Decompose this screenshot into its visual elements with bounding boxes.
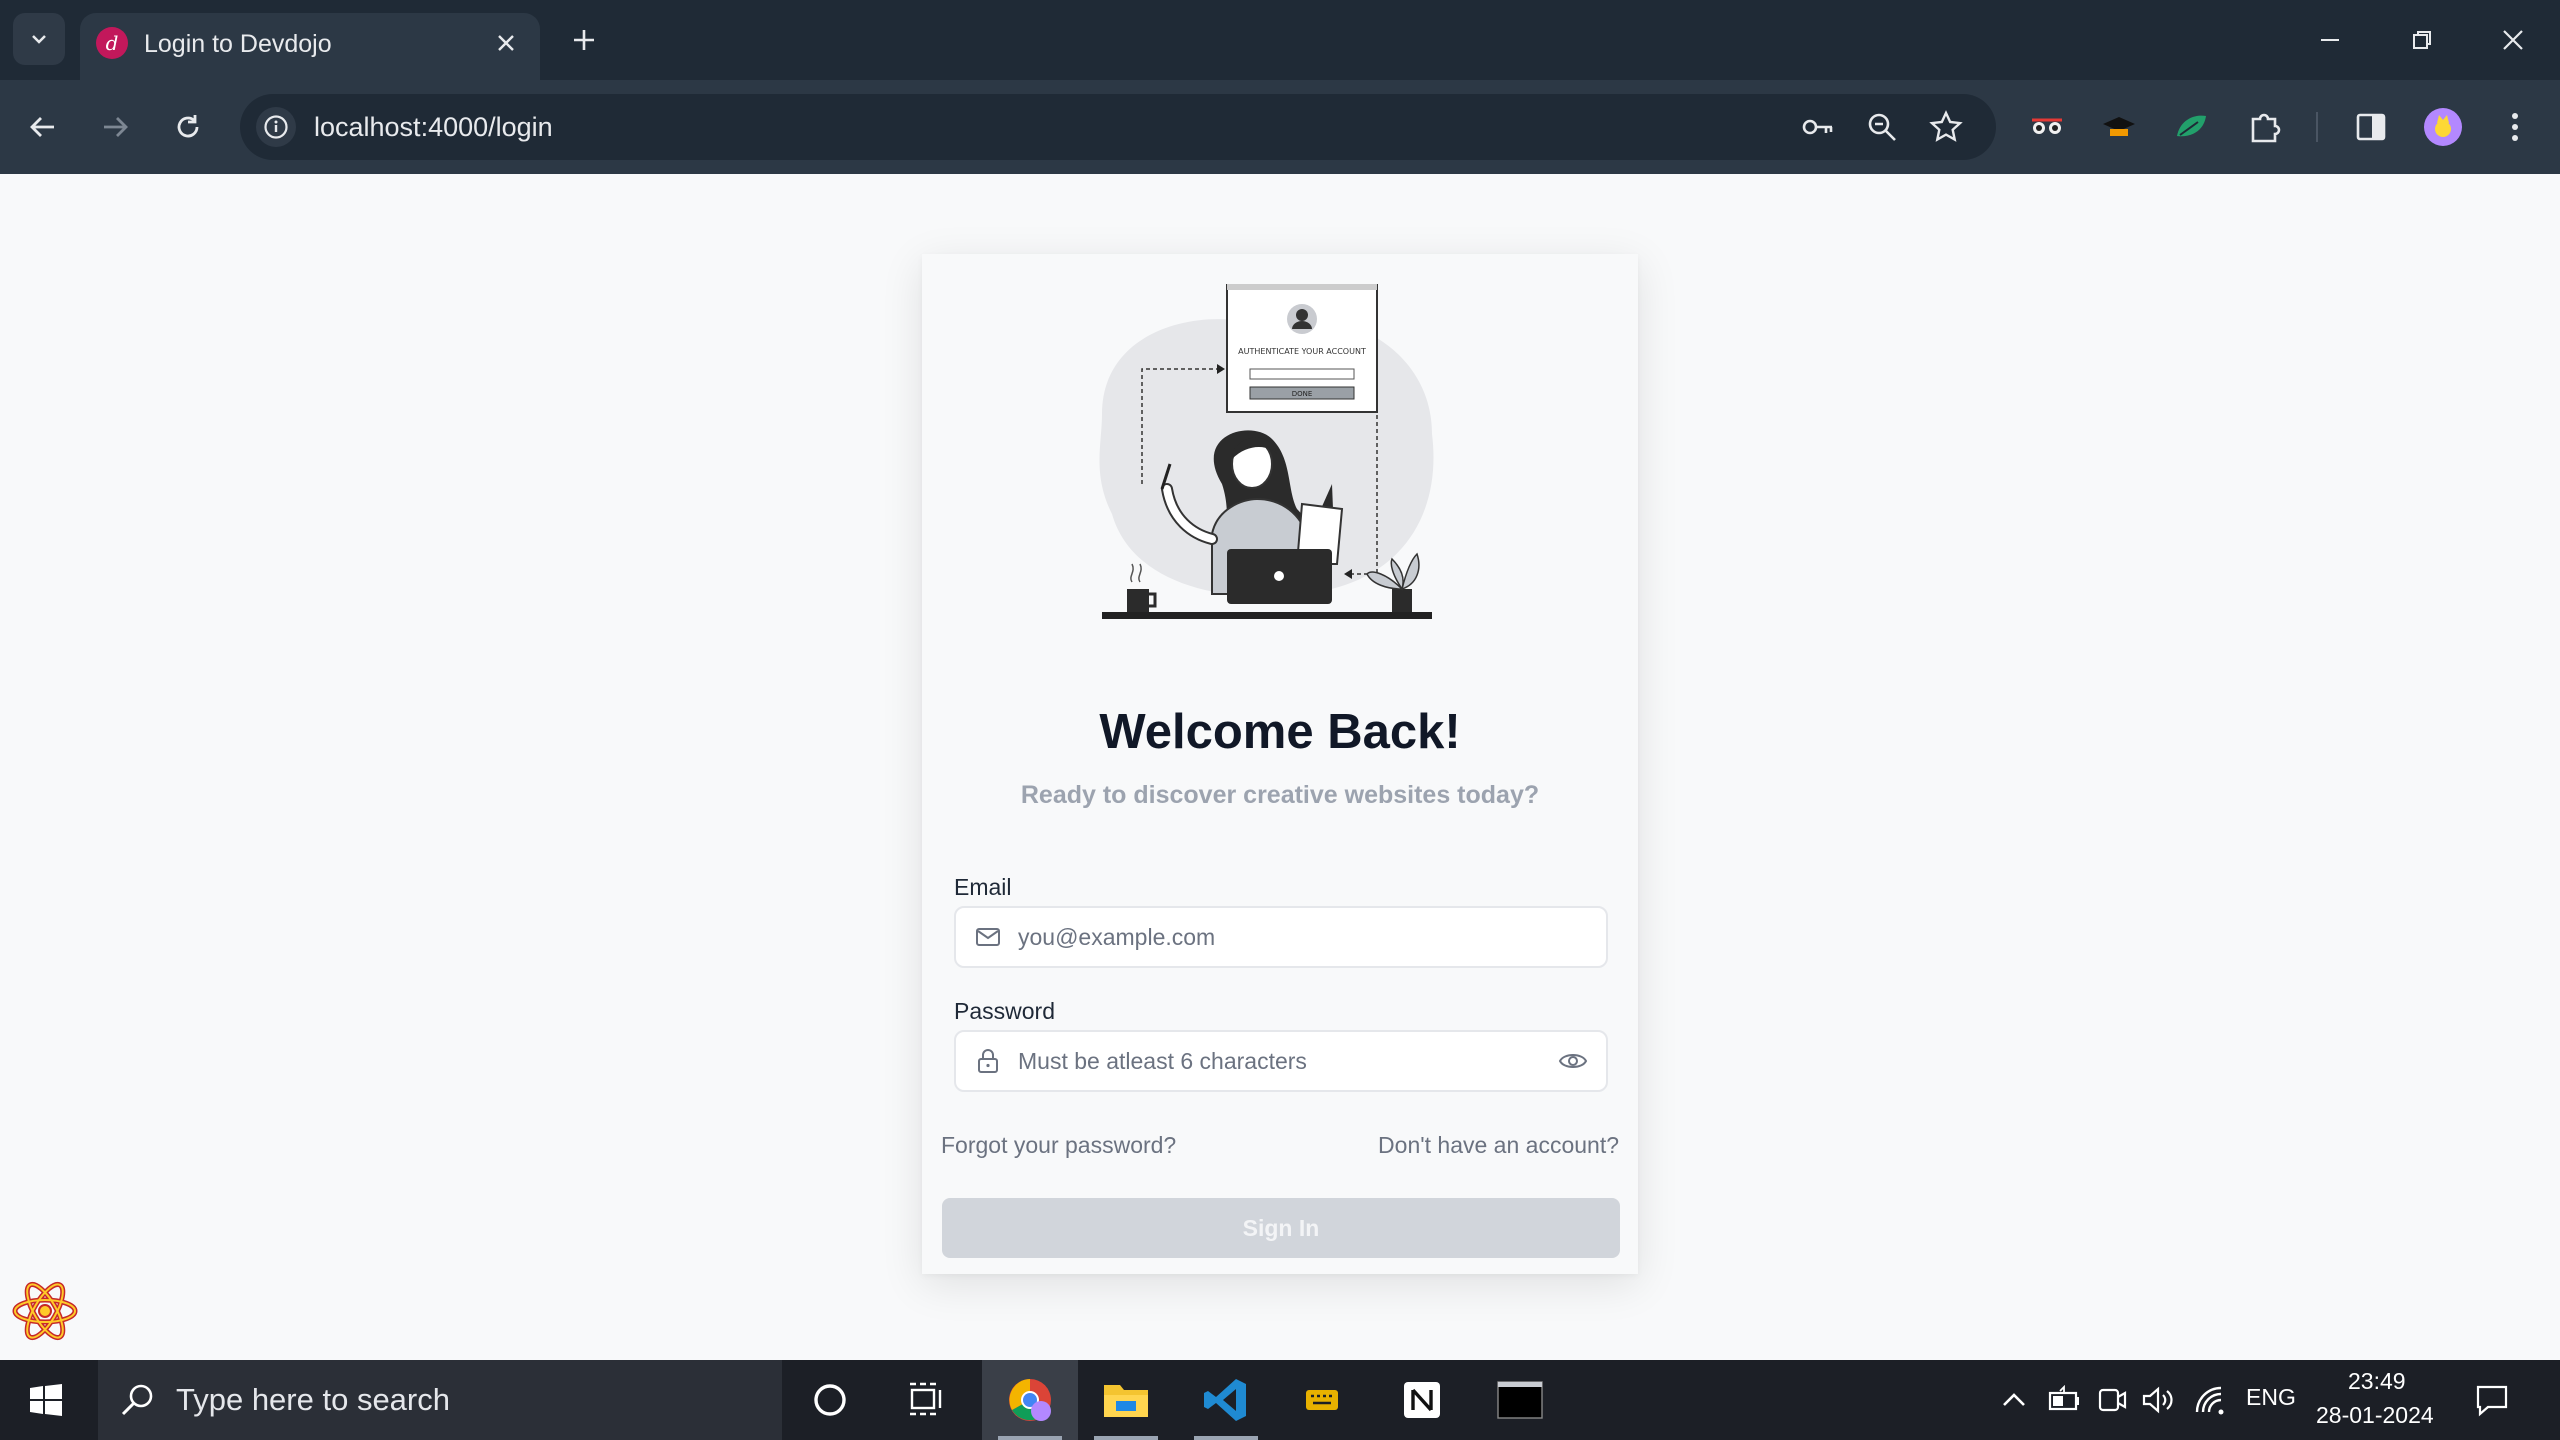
- open-indicator: [1194, 1436, 1258, 1440]
- open-indicator: [1094, 1436, 1158, 1440]
- password-label: Password: [954, 998, 1055, 1024]
- forgot-password-link[interactable]: Forgot your password?: [941, 1132, 1176, 1159]
- key-icon[interactable]: [1798, 107, 1838, 147]
- start-button[interactable]: [18, 1374, 74, 1426]
- extension-leaf-icon[interactable]: [2168, 104, 2214, 150]
- minimize-button[interactable]: [2308, 18, 2352, 62]
- taskbar-notion[interactable]: [1374, 1360, 1470, 1440]
- mail-icon: [976, 928, 1000, 946]
- battery-icon[interactable]: [2044, 1380, 2084, 1420]
- cortana-button[interactable]: [782, 1360, 878, 1440]
- chrome-icon: [1009, 1379, 1051, 1421]
- tab-close-button[interactable]: [490, 27, 522, 59]
- taskbar-keyboard-app[interactable]: [1274, 1360, 1370, 1440]
- new-tab-button[interactable]: [564, 20, 604, 60]
- email-field[interactable]: you@example.com: [954, 906, 1608, 968]
- vscode-icon: [1204, 1379, 1246, 1421]
- meet-now-icon[interactable]: [2092, 1380, 2132, 1420]
- minimize-icon: [2321, 39, 2339, 41]
- keyboard-icon: [1306, 1390, 1338, 1410]
- search-icon: [121, 1384, 153, 1416]
- tab-search-button[interactable]: [13, 13, 65, 65]
- forward-button[interactable]: [90, 102, 140, 152]
- bookmark-star-icon[interactable]: [1926, 107, 1966, 147]
- signup-link[interactable]: Don't have an account?: [1378, 1132, 1619, 1159]
- profile-avatar[interactable]: [2420, 104, 2466, 150]
- close-icon: [498, 35, 514, 51]
- illustration-caption: AUTHENTICATE YOUR ACCOUNT: [1238, 347, 1366, 356]
- close-icon: [2503, 30, 2523, 50]
- lock-icon: [978, 1049, 998, 1073]
- email-placeholder: you@example.com: [1018, 924, 1216, 950]
- browser-menu-icon[interactable]: [2492, 104, 2538, 150]
- active-indicator: [998, 1436, 1062, 1440]
- close-window-button[interactable]: [2491, 18, 2535, 62]
- address-bar[interactable]: localhost:4000/login: [240, 94, 1996, 160]
- taskbar-search-placeholder: Type here to search: [176, 1382, 450, 1417]
- url-text[interactable]: localhost:4000/login: [314, 109, 553, 145]
- restore-button[interactable]: [2400, 18, 2444, 62]
- clock-time[interactable]: 23:49: [2348, 1368, 2406, 1395]
- windows-taskbar: Type here to search ENG 23:49 28-01-2024: [0, 1360, 2560, 1440]
- extensions-puzzle-icon[interactable]: [2242, 104, 2288, 150]
- input-language[interactable]: ENG: [2246, 1384, 2296, 1411]
- extension-graduation-icon[interactable]: [2096, 104, 2142, 150]
- browser-toolbar: localhost:4000/login: [0, 80, 2560, 174]
- reload-icon: [177, 115, 199, 138]
- toolbar-divider: [2316, 112, 2318, 142]
- clock-date[interactable]: 28-01-2024: [2316, 1402, 2434, 1429]
- password-placeholder: Must be atleast 6 characters: [1018, 1048, 1307, 1074]
- password-field[interactable]: Must be atleast 6 characters: [954, 1030, 1608, 1092]
- arrow-right-icon: [104, 117, 128, 137]
- restore-icon: [2413, 31, 2431, 49]
- taskbar-terminal[interactable]: [1472, 1360, 1568, 1440]
- task-view-button[interactable]: [878, 1360, 974, 1440]
- react-devtools-icon[interactable]: [10, 1276, 80, 1346]
- notification-icon: [2476, 1385, 2508, 1417]
- extension-glasses-icon[interactable]: [2024, 104, 2070, 150]
- page-viewport: AUTHENTICATE YOUR ACCOUNT DONE Welcome B…: [0, 174, 2560, 1360]
- page-subtitle: Ready to discover creative websites toda…: [1020, 781, 1540, 809]
- show-password-icon[interactable]: [1558, 1047, 1588, 1075]
- wifi-icon[interactable]: [2190, 1380, 2230, 1420]
- page-title: Welcome Back!: [1099, 705, 1461, 759]
- windows-logo-icon: [30, 1384, 62, 1416]
- browser-titlebar: d Login to Devdojo: [0, 0, 2560, 80]
- taskbar-file-explorer[interactable]: [1078, 1360, 1174, 1440]
- volume-icon[interactable]: [2138, 1380, 2178, 1420]
- login-card: AUTHENTICATE YOUR ACCOUNT DONE Welcome B…: [922, 254, 1638, 1274]
- notifications-button[interactable]: [2472, 1380, 2512, 1420]
- side-panel-icon[interactable]: [2348, 104, 2394, 150]
- folder-icon: [1104, 1385, 1148, 1417]
- plus-icon: [574, 30, 594, 50]
- task-view-icon: [910, 1382, 942, 1416]
- reload-button[interactable]: [163, 102, 213, 152]
- browser-tab[interactable]: d Login to Devdojo: [80, 13, 540, 80]
- chevron-down-icon: [32, 35, 46, 44]
- taskbar-search[interactable]: Type here to search: [98, 1360, 782, 1440]
- sign-in-button[interactable]: Sign In: [942, 1198, 1620, 1258]
- login-illustration: AUTHENTICATE YOUR ACCOUNT DONE: [1099, 284, 1434, 619]
- taskbar-vscode[interactable]: [1178, 1360, 1274, 1440]
- email-label: Email: [954, 874, 1012, 900]
- site-info-icon[interactable]: [256, 107, 296, 147]
- tab-title: Login to Devdojo: [144, 30, 332, 58]
- chevron-up-icon: [2003, 1393, 2025, 1406]
- devdojo-favicon-icon: d: [96, 27, 128, 59]
- zoom-out-icon[interactable]: [1862, 107, 1902, 147]
- terminal-icon: [1497, 1381, 1543, 1419]
- illustration-button-text: DONE: [1292, 390, 1313, 398]
- show-hidden-icons-button[interactable]: [1994, 1380, 2034, 1420]
- taskbar-chrome[interactable]: [982, 1360, 1078, 1440]
- back-button[interactable]: [18, 102, 68, 152]
- arrow-left-icon: [30, 117, 54, 137]
- notion-icon: [1404, 1382, 1440, 1418]
- cortana-icon: [814, 1384, 846, 1416]
